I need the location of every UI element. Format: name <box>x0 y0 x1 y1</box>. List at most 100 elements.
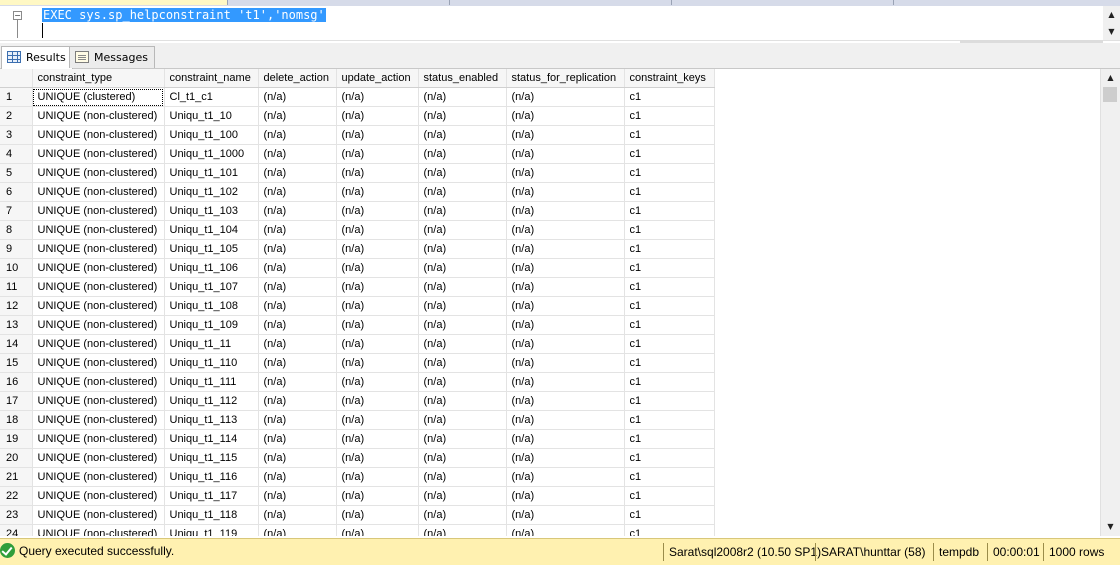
editor-vertical-scrollbar[interactable]: ▲ ▼ <box>1103 6 1120 40</box>
cell-status-enabled[interactable]: (n/a) <box>418 334 507 354</box>
cell-status-for-replication[interactable]: (n/a) <box>506 296 625 316</box>
cell-status-enabled[interactable]: (n/a) <box>418 106 507 126</box>
cell-status-enabled[interactable]: (n/a) <box>418 391 507 411</box>
cell-constraint-type[interactable]: UNIQUE (non-clustered) <box>32 239 165 259</box>
cell-update-action[interactable]: (n/a) <box>336 505 419 525</box>
column-header-status-enabled[interactable]: status_enabled <box>418 69 507 88</box>
cell-status-for-replication[interactable]: (n/a) <box>506 258 625 278</box>
column-header-constraint-type[interactable]: constraint_type <box>32 69 165 88</box>
row-number[interactable]: 4 <box>0 144 33 164</box>
cell-status-for-replication[interactable]: (n/a) <box>506 448 625 468</box>
cell-constraint-type[interactable]: UNIQUE (non-clustered) <box>32 201 165 221</box>
table-row[interactable]: 20 UNIQUE (non-clustered) Uniqu_t1_115 (n/a… <box>0 448 715 468</box>
cell-delete-action[interactable]: (n/a) <box>258 372 337 392</box>
cell-constraint-type[interactable]: UNIQUE (non-clustered) <box>32 524 165 536</box>
cell-constraint-keys[interactable]: c1 <box>624 163 715 183</box>
column-header-status-for-replication[interactable]: status_for_replication <box>506 69 625 88</box>
table-row[interactable]: 19 UNIQUE (non-clustered) Uniqu_t1_114 (n/a… <box>0 429 715 449</box>
cell-update-action[interactable]: (n/a) <box>336 220 419 240</box>
row-number[interactable]: 15 <box>0 353 33 373</box>
cell-constraint-keys[interactable]: c1 <box>624 429 715 449</box>
cell-status-for-replication[interactable]: (n/a) <box>506 106 625 126</box>
cell-constraint-type[interactable]: UNIQUE (non-clustered) <box>32 353 165 373</box>
cell-status-for-replication[interactable]: (n/a) <box>506 391 625 411</box>
cell-constraint-keys[interactable]: c1 <box>624 315 715 335</box>
row-number[interactable]: 17 <box>0 391 33 411</box>
cell-constraint-type[interactable]: UNIQUE (non-clustered) <box>32 391 165 411</box>
cell-constraint-type[interactable]: UNIQUE (non-clustered) <box>32 258 165 278</box>
document-tab[interactable] <box>666 0 894 5</box>
cell-update-action[interactable]: (n/a) <box>336 106 419 126</box>
document-tab[interactable] <box>222 0 450 5</box>
cell-delete-action[interactable]: (n/a) <box>258 220 337 240</box>
row-number[interactable]: 3 <box>0 125 33 145</box>
cell-delete-action[interactable]: (n/a) <box>258 334 337 354</box>
table-row[interactable]: 23 UNIQUE (non-clustered) Uniqu_t1_118 (n/a… <box>0 505 715 525</box>
cell-constraint-name[interactable]: Uniqu_t1_11 <box>164 334 259 354</box>
cell-constraint-name[interactable]: Uniqu_t1_115 <box>164 448 259 468</box>
cell-constraint-name[interactable]: Uniqu_t1_112 <box>164 391 259 411</box>
cell-status-for-replication[interactable]: (n/a) <box>506 87 625 107</box>
cell-delete-action[interactable]: (n/a) <box>258 163 337 183</box>
row-number[interactable]: 5 <box>0 163 33 183</box>
cell-constraint-keys[interactable]: c1 <box>624 467 715 487</box>
cell-constraint-name[interactable]: Uniqu_t1_114 <box>164 429 259 449</box>
cell-status-for-replication[interactable]: (n/a) <box>506 182 625 202</box>
row-number[interactable]: 24 <box>0 524 33 536</box>
cell-status-for-replication[interactable]: (n/a) <box>506 163 625 183</box>
query-editor[interactable]: − EXEC sys.sp_helpconstraint 't1','nomsg… <box>0 6 1103 40</box>
column-header-constraint-name[interactable]: constraint_name <box>164 69 259 88</box>
cell-constraint-name[interactable]: Uniqu_t1_116 <box>164 467 259 487</box>
cell-update-action[interactable]: (n/a) <box>336 467 419 487</box>
cell-delete-action[interactable]: (n/a) <box>258 486 337 506</box>
cell-status-for-replication[interactable]: (n/a) <box>506 410 625 430</box>
cell-status-enabled[interactable]: (n/a) <box>418 315 507 335</box>
results-grid[interactable]: constraint_type constraint_name delete_act… <box>0 69 1100 536</box>
row-number[interactable]: 13 <box>0 315 33 335</box>
cell-status-for-replication[interactable]: (n/a) <box>506 334 625 354</box>
table-row[interactable]: 18 UNIQUE (non-clustered) Uniqu_t1_113 (n/a… <box>0 410 715 430</box>
cell-update-action[interactable]: (n/a) <box>336 163 419 183</box>
cell-status-for-replication[interactable]: (n/a) <box>506 315 625 335</box>
cell-delete-action[interactable]: (n/a) <box>258 353 337 373</box>
cell-delete-action[interactable]: (n/a) <box>258 524 337 536</box>
cell-update-action[interactable]: (n/a) <box>336 429 419 449</box>
row-number[interactable]: 20 <box>0 448 33 468</box>
cell-status-enabled[interactable]: (n/a) <box>418 524 507 536</box>
table-row[interactable]: 3 UNIQUE (non-clustered) Uniqu_t1_100 (n/a)… <box>0 125 715 145</box>
table-row[interactable]: 2 UNIQUE (non-clustered) Uniqu_t1_10 (n/a)(… <box>0 106 715 126</box>
cell-status-enabled[interactable]: (n/a) <box>418 467 507 487</box>
table-row[interactable]: 15 UNIQUE (non-clustered) Uniqu_t1_110 (n/a… <box>0 353 715 373</box>
cell-constraint-type[interactable]: UNIQUE (non-clustered) <box>32 505 165 525</box>
cell-constraint-name[interactable]: Uniqu_t1_113 <box>164 410 259 430</box>
cell-delete-action[interactable]: (n/a) <box>258 410 337 430</box>
cell-status-for-replication[interactable]: (n/a) <box>506 429 625 449</box>
cell-constraint-name[interactable]: Uniqu_t1_108 <box>164 296 259 316</box>
cell-delete-action[interactable]: (n/a) <box>258 391 337 411</box>
cell-constraint-type[interactable]: UNIQUE (non-clustered) <box>32 163 165 183</box>
table-row[interactable]: 4 UNIQUE (non-clustered) Uniqu_t1_1000 (n/a… <box>0 144 715 164</box>
cell-constraint-name[interactable]: Uniqu_t1_117 <box>164 486 259 506</box>
cell-update-action[interactable]: (n/a) <box>336 353 419 373</box>
cell-delete-action[interactable]: (n/a) <box>258 106 337 126</box>
cell-constraint-keys[interactable]: c1 <box>624 220 715 240</box>
cell-status-for-replication[interactable]: (n/a) <box>506 524 625 536</box>
cell-status-enabled[interactable]: (n/a) <box>418 410 507 430</box>
cell-delete-action[interactable]: (n/a) <box>258 505 337 525</box>
cell-constraint-keys[interactable]: c1 <box>624 277 715 297</box>
cell-constraint-keys[interactable]: c1 <box>624 524 715 536</box>
cell-delete-action[interactable]: (n/a) <box>258 87 337 107</box>
cell-status-enabled[interactable]: (n/a) <box>418 353 507 373</box>
cell-delete-action[interactable]: (n/a) <box>258 296 337 316</box>
cell-delete-action[interactable]: (n/a) <box>258 182 337 202</box>
cell-status-for-replication[interactable]: (n/a) <box>506 372 625 392</box>
cell-constraint-type[interactable]: UNIQUE (non-clustered) <box>32 486 165 506</box>
table-row[interactable]: 10 UNIQUE (non-clustered) Uniqu_t1_106 (n/a… <box>0 258 715 278</box>
table-row[interactable]: 11 UNIQUE (non-clustered) Uniqu_t1_107 (n/a… <box>0 277 715 297</box>
row-number[interactable]: 14 <box>0 334 33 354</box>
cell-update-action[interactable]: (n/a) <box>336 334 419 354</box>
cell-constraint-name[interactable]: Uniqu_t1_106 <box>164 258 259 278</box>
tab-messages[interactable]: Messages <box>69 46 155 68</box>
cell-status-for-replication[interactable]: (n/a) <box>506 353 625 373</box>
cell-constraint-name[interactable]: Uniqu_t1_107 <box>164 277 259 297</box>
